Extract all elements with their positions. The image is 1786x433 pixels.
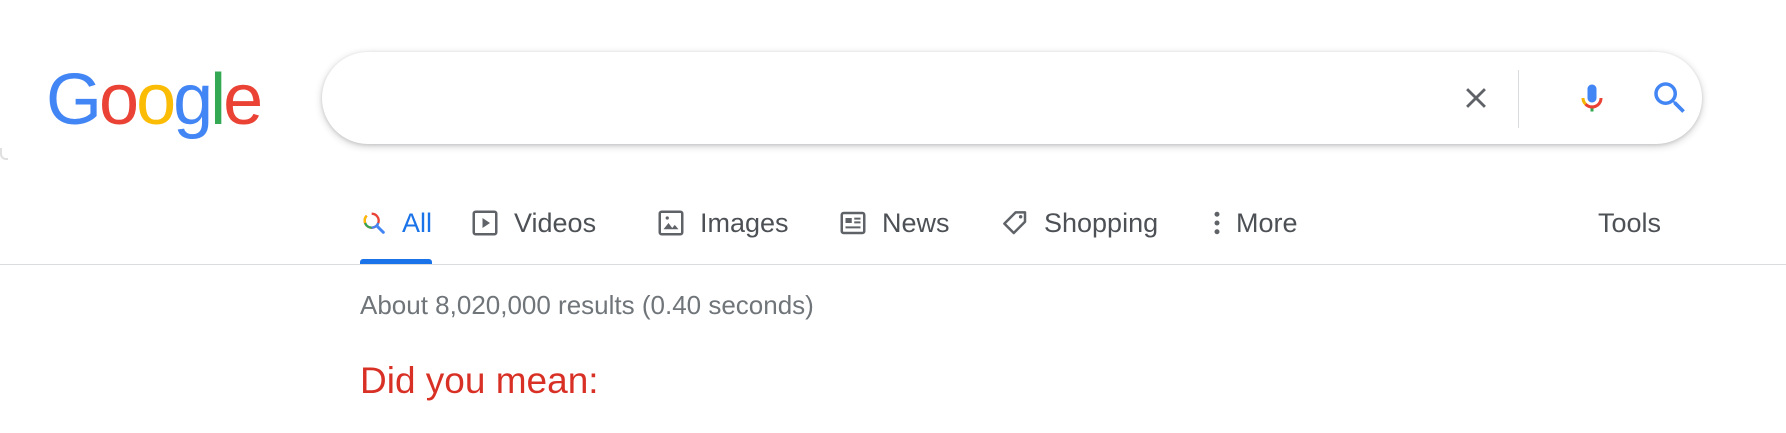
tag-icon <box>1003 211 1027 235</box>
logo-letter-g2: g <box>173 60 213 140</box>
tab-videos-label: Videos <box>514 208 597 238</box>
tab-more[interactable]: More <box>1210 200 1298 264</box>
logo-letter-o2: o <box>136 60 176 140</box>
search-divider <box>1518 70 1519 128</box>
tab-shopping[interactable]: Shopping <box>1000 200 1158 264</box>
clear-button[interactable] <box>1444 66 1508 130</box>
search-button[interactable] <box>1638 66 1702 130</box>
tab-news-label: News <box>882 208 950 238</box>
voice-search-button[interactable] <box>1560 66 1624 130</box>
microphone-icon <box>1581 84 1603 112</box>
logo-letter-g: G <box>46 60 102 140</box>
tab-images[interactable]: Images <box>656 200 789 264</box>
tab-videos[interactable]: Videos <box>470 200 596 264</box>
tab-all-label: All <box>401 208 432 238</box>
google-logo[interactable]: G o o g l e <box>46 60 263 140</box>
tab-all[interactable]: All <box>360 200 432 264</box>
edge-mark <box>0 148 8 160</box>
search-box <box>322 52 1702 144</box>
more-vert-icon <box>1214 211 1220 235</box>
tools-button[interactable]: Tools <box>1598 203 1661 243</box>
result-stats: About 8,020,000 results (0.40 seconds) <box>360 290 814 320</box>
image-icon <box>658 210 684 236</box>
play-icon <box>472 210 498 236</box>
tab-shopping-label: Shopping <box>1044 208 1159 238</box>
search-input[interactable] <box>362 72 1366 126</box>
news-icon <box>840 211 866 235</box>
search-icon <box>363 212 385 234</box>
logo-letter-l: l <box>210 60 226 140</box>
tab-news[interactable]: News <box>838 200 950 264</box>
close-icon <box>1466 88 1486 108</box>
search-icon <box>1654 82 1685 113</box>
did-you-mean-label: Did you mean: <box>360 360 599 401</box>
logo-letter-e: e <box>223 60 263 140</box>
tab-more-label: More <box>1236 208 1298 238</box>
tabs-divider <box>0 264 1786 265</box>
logo-letter-o1: o <box>99 60 139 140</box>
search-tabs: All Videos Images News Shopping More <box>360 200 1786 264</box>
tab-images-label: Images <box>700 208 789 238</box>
